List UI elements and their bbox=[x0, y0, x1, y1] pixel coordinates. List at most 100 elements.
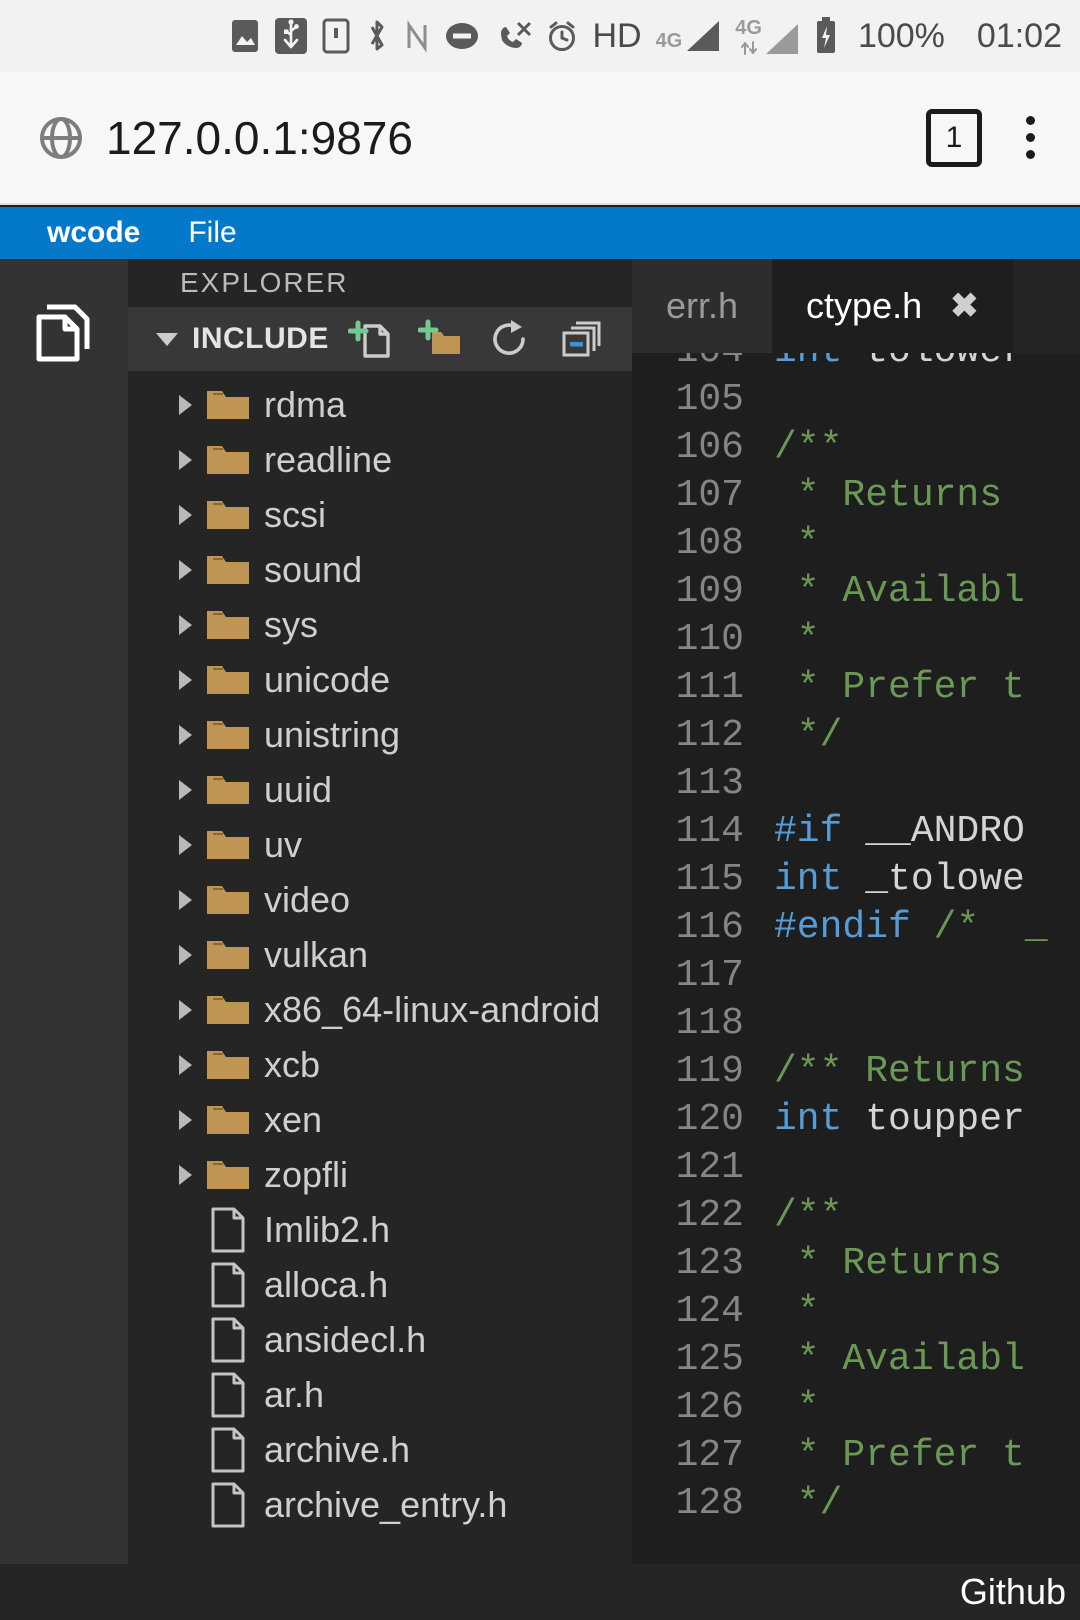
tree-row-file[interactable]: archive.h bbox=[128, 1422, 632, 1477]
tree-row-folder[interactable]: vulkan bbox=[128, 927, 632, 982]
chevron-right-icon[interactable] bbox=[168, 394, 202, 415]
tree-row-folder[interactable]: uv bbox=[128, 817, 632, 872]
editor-tab[interactable]: err.h bbox=[632, 259, 773, 353]
chevron-right-icon[interactable] bbox=[168, 724, 202, 745]
tree-item-label: unicode bbox=[264, 658, 391, 700]
line-number: 120 bbox=[675, 1097, 744, 1141]
folder-icon bbox=[202, 935, 254, 975]
new-folder-icon[interactable] bbox=[418, 316, 464, 362]
tree-row-file[interactable]: alloca.h bbox=[128, 1257, 632, 1312]
tree-row-folder[interactable]: scsi bbox=[128, 487, 632, 542]
chevron-right-icon[interactable] bbox=[168, 834, 202, 855]
signal-bars-1: 4G bbox=[656, 19, 722, 53]
close-icon[interactable]: ✖ bbox=[950, 286, 979, 326]
code-line: 111 * Prefer t bbox=[632, 663, 1080, 711]
chevron-right-icon[interactable] bbox=[168, 999, 202, 1020]
code-token: int bbox=[774, 857, 866, 901]
status-bar-github-label[interactable]: Github bbox=[960, 1571, 1066, 1613]
line-number: 106 bbox=[675, 425, 744, 469]
tree-row-folder[interactable]: zopfli bbox=[128, 1147, 632, 1202]
files-explorer-icon bbox=[31, 297, 97, 372]
folder-icon bbox=[202, 440, 254, 480]
line-number: 114 bbox=[675, 809, 744, 853]
code-line: 113 bbox=[632, 759, 1080, 807]
tree-item-label: archive_entry.h bbox=[264, 1483, 508, 1525]
code-token: */ bbox=[774, 713, 843, 757]
code-token: * Prefer t bbox=[774, 665, 1025, 709]
code-line-source: */ bbox=[760, 1482, 843, 1525]
chevron-right-icon[interactable] bbox=[168, 559, 202, 580]
tree-row-folder[interactable]: sound bbox=[128, 542, 632, 597]
tree-item-label: sys bbox=[264, 603, 318, 645]
code-token: int bbox=[774, 353, 865, 373]
file-icon bbox=[202, 1426, 254, 1474]
overflow-menu-icon[interactable] bbox=[1002, 116, 1058, 159]
chevron-right-icon[interactable] bbox=[168, 1054, 202, 1075]
code-viewport[interactable]: 104int tolower105106/**107 * Returns108 … bbox=[632, 353, 1080, 1564]
chevron-right-icon[interactable] bbox=[168, 504, 202, 525]
signal-bars-2: 4G bbox=[735, 17, 800, 56]
section-header-include[interactable]: INCLUDE bbox=[128, 307, 632, 371]
chevron-right-icon[interactable] bbox=[168, 889, 202, 910]
file-icon bbox=[202, 1481, 254, 1529]
chevron-down-icon[interactable] bbox=[156, 332, 178, 346]
menu-item-file[interactable]: File bbox=[188, 216, 236, 250]
code-line-source: /** bbox=[760, 426, 842, 469]
code-line: 106 /** bbox=[632, 423, 1080, 471]
tree-row-file[interactable]: ansidecl.h bbox=[128, 1312, 632, 1367]
url-text[interactable]: 127.0.0.1:9876 bbox=[106, 111, 926, 165]
collapse-all-icon[interactable] bbox=[558, 316, 604, 362]
chevron-right-icon[interactable] bbox=[168, 779, 202, 800]
chevron-right-icon[interactable] bbox=[168, 944, 202, 965]
network-type-label-2: 4G bbox=[735, 16, 762, 39]
chevron-right-icon[interactable] bbox=[168, 1109, 202, 1130]
tree-row-file[interactable]: Imlib2.h bbox=[128, 1202, 632, 1257]
editor-tab-label: err.h bbox=[666, 285, 739, 326]
chevron-right-icon[interactable] bbox=[168, 1164, 202, 1185]
editor-tab[interactable]: ctype.h ✖ bbox=[772, 259, 1013, 353]
tree-item-label: uuid bbox=[264, 768, 333, 810]
code-line: 124 * bbox=[632, 1287, 1080, 1335]
tree-row-file[interactable]: ar.h bbox=[128, 1367, 632, 1422]
tab-count-button[interactable]: 1 bbox=[926, 108, 982, 167]
tree-row-folder[interactable]: uuid bbox=[128, 762, 632, 817]
tree-row-folder[interactable]: rdma bbox=[128, 377, 632, 432]
chevron-right-icon[interactable] bbox=[168, 614, 202, 635]
tree-row-folder[interactable]: unistring bbox=[128, 707, 632, 762]
status-icon-group: HD 4G 4G 100% 01:02 bbox=[230, 17, 1062, 56]
tree-row-file[interactable]: archive_entry.h bbox=[128, 1477, 632, 1532]
chevron-right-icon[interactable] bbox=[168, 449, 202, 470]
sidebar-item-explorer[interactable] bbox=[27, 297, 101, 371]
code-line: 117 bbox=[632, 951, 1080, 999]
line-number: 111 bbox=[675, 665, 744, 709]
network-type-label-1: 4G bbox=[655, 30, 683, 52]
editor-area: err.hctype.h✖ 104int tolower105106/**107… bbox=[632, 259, 1080, 1564]
tree-row-folder[interactable]: xen bbox=[128, 1092, 632, 1147]
data-transfer-icon bbox=[740, 40, 757, 55]
folder-icon bbox=[202, 990, 254, 1030]
tree-row-folder[interactable]: video bbox=[128, 872, 632, 927]
tree-row-folder[interactable]: readline bbox=[128, 432, 632, 487]
file-icon bbox=[202, 1371, 254, 1419]
code-line-source: int _tolowe bbox=[760, 858, 1025, 901]
editor-tab-label: ctype.h bbox=[806, 285, 923, 326]
new-file-icon[interactable] bbox=[348, 316, 394, 362]
refresh-icon[interactable] bbox=[488, 316, 534, 362]
tree-row-folder[interactable]: x86_64-linux-android bbox=[128, 982, 632, 1037]
line-number: 109 bbox=[675, 569, 744, 613]
code-line-source: * Availabl bbox=[760, 1338, 1025, 1381]
code-line-source: * Availabl bbox=[760, 570, 1025, 613]
code-token: int bbox=[774, 1097, 866, 1141]
globe-icon bbox=[38, 115, 84, 161]
tree-row-folder[interactable]: sys bbox=[128, 597, 632, 652]
code-line: 128 */ bbox=[632, 1479, 1080, 1527]
tree-row-folder[interactable]: unicode bbox=[128, 652, 632, 707]
code-line-source: */ bbox=[760, 713, 843, 757]
code-line: 108 * bbox=[632, 519, 1080, 567]
explorer-title: EXPLORER bbox=[128, 259, 632, 307]
code-line: 118 bbox=[632, 999, 1080, 1047]
chevron-right-icon[interactable] bbox=[168, 669, 202, 690]
line-number: 119 bbox=[675, 1049, 744, 1093]
tree-row-folder[interactable]: xcb bbox=[128, 1037, 632, 1092]
code-token: toupper bbox=[865, 1097, 1025, 1141]
